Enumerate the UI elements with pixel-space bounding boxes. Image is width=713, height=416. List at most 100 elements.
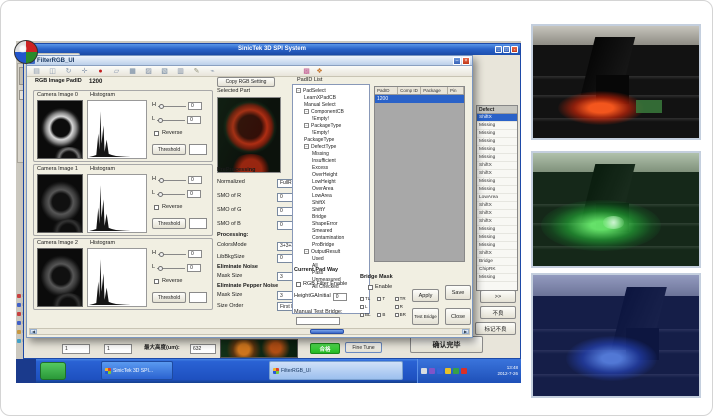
reverse-checkbox[interactable] <box>154 279 159 284</box>
tree-item[interactable]: − OverArea <box>293 185 369 192</box>
defect-row[interactable]: Missing <box>477 122 517 130</box>
tray-icon-network[interactable] <box>421 368 427 374</box>
minimize-icon[interactable]: – <box>495 46 502 53</box>
defect-row[interactable]: ShiftX <box>477 170 517 178</box>
tree-item[interactable]: − Bridge <box>293 213 369 220</box>
close-button[interactable]: Close <box>445 308 471 325</box>
slider-thumb[interactable] <box>159 252 164 257</box>
tree-item[interactable]: − ShiftX <box>293 199 369 206</box>
bridge-mask-enable-checkbox[interactable] <box>368 285 373 290</box>
scrollbar-thumb[interactable] <box>310 329 344 334</box>
expander-icon[interactable]: − <box>304 249 309 254</box>
h-value[interactable]: 0 <box>188 176 202 184</box>
tree-item[interactable]: − Smeared <box>293 227 369 234</box>
reverse-checkbox[interactable] <box>154 131 159 136</box>
defect-row[interactable]: Missing <box>477 146 517 154</box>
confirm-button[interactable]: 确认完毕 <box>410 336 483 353</box>
test-bridge-button[interactable]: Test Bridge <box>412 308 439 325</box>
pad-list-column[interactable]: PadID <box>375 87 398 94</box>
tree-item[interactable]: − !Empty! <box>293 129 369 136</box>
close-icon[interactable]: × <box>511 46 518 53</box>
scroll-left-icon[interactable]: ◀ <box>30 329 37 334</box>
defect-row[interactable]: Missing <box>477 138 517 146</box>
threshold-button[interactable]: Threshold <box>152 144 186 155</box>
bridge-mask-checkbox[interactable] <box>360 305 364 309</box>
tree-item[interactable]: − LearnXPadCB <box>293 94 369 101</box>
save-button[interactable]: Save <box>445 285 471 300</box>
tray-icon-alert[interactable] <box>461 368 467 374</box>
tree-item[interactable]: − Insufficient <box>293 157 369 164</box>
threshold-button[interactable]: Threshold <box>152 292 186 303</box>
tray-icon-display[interactable] <box>437 368 443 374</box>
maximize-icon[interactable]: □ <box>503 46 510 53</box>
defect-row[interactable]: Missing <box>477 234 517 242</box>
defect-row[interactable]: Missing <box>477 242 517 250</box>
tree-item[interactable]: − OverHeight <box>293 171 369 178</box>
taskbar-item-main[interactable]: SinicTek 3D SPI... <box>101 361 173 380</box>
defect-row[interactable]: ShiftX <box>477 250 517 258</box>
defect-row[interactable]: Missing <box>477 130 517 138</box>
tray-icon-update[interactable] <box>445 368 451 374</box>
bridge-mask-checkbox[interactable] <box>395 305 399 309</box>
tree-item[interactable]: − Missing <box>293 150 369 157</box>
reverse-checkbox[interactable] <box>154 205 159 210</box>
defect-row[interactable]: ShiftX <box>477 210 517 218</box>
status-value-2[interactable]: 1 <box>104 344 132 354</box>
slider-thumb[interactable] <box>158 192 163 197</box>
slider-thumb[interactable] <box>158 118 163 123</box>
tree-item[interactable]: − PackageType <box>293 122 369 129</box>
expander-icon[interactable]: − <box>304 123 309 128</box>
h-slider[interactable] <box>158 254 186 255</box>
horizontal-scrollbar[interactable]: ◀ ▶ <box>29 328 470 335</box>
apply-button[interactable]: Apply <box>412 289 439 302</box>
more-button[interactable]: >> <box>480 290 516 303</box>
bridge-mask-checkbox[interactable] <box>360 313 364 317</box>
defect-row[interactable]: ShiftX <box>477 114 517 122</box>
l-value[interactable]: 0 <box>187 264 201 272</box>
bridge-mask-checkbox[interactable] <box>377 313 381 317</box>
tree-item[interactable]: − PackageType <box>293 136 369 143</box>
pad-list-column[interactable]: Package <box>421 87 448 94</box>
pad-list-selected-row[interactable]: 1200 <box>375 95 464 103</box>
tree-item[interactable]: − ProBridge <box>293 241 369 248</box>
tray-icon-antivirus[interactable] <box>453 368 459 374</box>
l-value[interactable]: 0 <box>187 190 201 198</box>
bridge-mask-checkbox[interactable] <box>395 297 399 301</box>
defect-row[interactable]: Missing <box>477 186 517 194</box>
mark-ng-button[interactable]: 标记不良 <box>475 322 516 335</box>
start-button[interactable] <box>40 362 66 380</box>
tree-item[interactable]: − DefectType <box>293 143 369 150</box>
tree-item[interactable]: − Used <box>293 255 369 262</box>
tree-item[interactable]: − !Empty! <box>293 115 369 122</box>
slider-thumb[interactable] <box>159 104 164 109</box>
defect-row[interactable]: Missing <box>477 274 517 282</box>
h-value[interactable]: 0 <box>188 250 202 258</box>
height-initial-value[interactable]: 0 <box>333 293 347 301</box>
l-value[interactable]: 0 <box>187 116 201 124</box>
tree-item[interactable]: − Excess <box>293 164 369 171</box>
tree-item[interactable]: − LowHeight <box>293 178 369 185</box>
l-slider[interactable] <box>157 268 185 269</box>
pad-list-column[interactable]: Comp ID <box>398 87 421 94</box>
defect-row[interactable]: ShiftX <box>477 162 517 170</box>
bridge-mask-checkbox[interactable] <box>395 313 399 317</box>
tree-item[interactable]: − LowArea <box>293 192 369 199</box>
defect-row[interactable]: ShiftX <box>477 218 517 226</box>
slider-thumb[interactable] <box>158 266 163 271</box>
defect-row[interactable]: Missing <box>477 178 517 186</box>
defect-row[interactable]: Missing <box>477 226 517 234</box>
defect-row[interactable]: LowArea <box>477 194 517 202</box>
defect-row[interactable]: ShiftX <box>477 202 517 210</box>
tree-item[interactable]: − ShiftY <box>293 206 369 213</box>
defect-row[interactable]: Missing <box>477 154 517 162</box>
tree-item[interactable]: − ShapeError <box>293 220 369 227</box>
scroll-right-icon[interactable]: ▶ <box>462 329 469 334</box>
threshold-value[interactable] <box>189 144 207 155</box>
h-slider[interactable] <box>158 106 186 107</box>
slider-thumb[interactable] <box>159 178 164 183</box>
h-value[interactable]: 0 <box>188 102 202 110</box>
expander-icon[interactable]: − <box>296 88 301 93</box>
tree-item[interactable]: − PadSelect <box>293 87 369 94</box>
threshold-value[interactable] <box>189 218 207 229</box>
rgb-filter-checkbox[interactable] <box>296 282 301 287</box>
